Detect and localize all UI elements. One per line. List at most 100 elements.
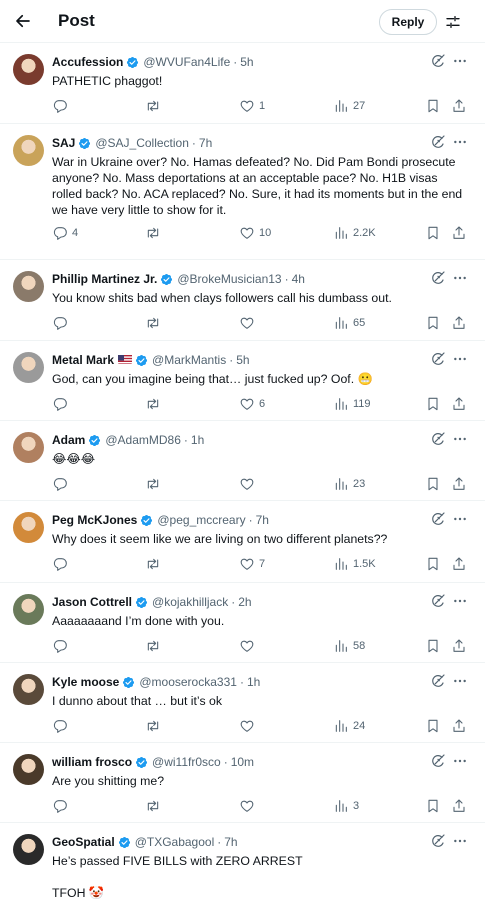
post-time[interactable]: 7h	[199, 136, 212, 150]
bookmark-action[interactable]	[425, 314, 441, 332]
repost-action[interactable]	[145, 395, 165, 413]
avatar[interactable]	[13, 512, 44, 543]
more-options-icon[interactable]	[452, 351, 468, 367]
like-action[interactable]: 7	[239, 555, 265, 573]
more-options-icon[interactable]	[452, 753, 468, 769]
reply-post[interactable]: Phillip Martinez Jr. @BrokeMusician13 · …	[0, 260, 485, 341]
reply-action[interactable]	[52, 717, 72, 735]
user-handle[interactable]: @peg_mccreary	[157, 513, 245, 527]
more-options-icon[interactable]	[452, 270, 468, 286]
user-handle[interactable]: @BrokeMusician13	[177, 272, 281, 286]
user-handle[interactable]: @kojakhilljack	[152, 595, 228, 609]
share-action[interactable]	[451, 555, 467, 573]
like-action[interactable]	[239, 637, 259, 655]
grok-icon[interactable]	[430, 673, 446, 689]
bookmark-action[interactable]	[425, 717, 441, 735]
display-name[interactable]: GeoSpatial	[52, 835, 115, 849]
display-name[interactable]: Phillip Martinez Jr.	[52, 272, 157, 286]
user-handle[interactable]: @TXGabagool	[135, 835, 215, 849]
views-action[interactable]: 2.2K	[333, 224, 376, 242]
like-action[interactable]	[239, 797, 259, 815]
views-action[interactable]: 3	[333, 797, 359, 815]
share-action[interactable]	[451, 395, 467, 413]
post-time[interactable]: 7h	[224, 835, 237, 849]
like-action[interactable]: 1	[239, 97, 265, 115]
reply-action[interactable]	[52, 314, 72, 332]
post-time[interactable]: 1h	[247, 675, 260, 689]
grok-icon[interactable]	[430, 270, 446, 286]
avatar[interactable]	[13, 432, 44, 463]
grok-icon[interactable]	[430, 134, 446, 150]
grok-icon[interactable]	[430, 833, 446, 849]
grok-icon[interactable]	[430, 431, 446, 447]
display-name[interactable]: Peg McKJones	[52, 513, 137, 527]
post-time[interactable]: 2h	[238, 595, 251, 609]
reply-action[interactable]	[52, 797, 72, 815]
post-time[interactable]: 5h	[240, 55, 253, 69]
user-handle[interactable]: @wi11fr0sco	[152, 755, 221, 769]
display-name[interactable]: SAJ	[52, 136, 75, 150]
filter-sliders-icon[interactable]	[443, 12, 463, 32]
avatar[interactable]	[13, 54, 44, 85]
more-options-icon[interactable]	[452, 833, 468, 849]
repost-action[interactable]	[145, 224, 165, 242]
grok-icon[interactable]	[430, 753, 446, 769]
like-action[interactable]: 10	[239, 224, 271, 242]
bookmark-action[interactable]	[425, 797, 441, 815]
share-action[interactable]	[451, 797, 467, 815]
reply-action[interactable]: 4	[52, 224, 78, 242]
more-options-icon[interactable]	[452, 53, 468, 69]
views-action[interactable]: 23	[333, 475, 365, 493]
more-options-icon[interactable]	[452, 593, 468, 609]
reply-button[interactable]: Reply	[379, 9, 437, 35]
views-action[interactable]: 119	[333, 395, 371, 413]
reply-action[interactable]	[52, 475, 72, 493]
grok-icon[interactable]	[430, 511, 446, 527]
repost-action[interactable]	[145, 637, 165, 655]
post-time[interactable]: 10m	[231, 755, 254, 769]
reply-post[interactable]: Adam @AdamMD86 · 1h 😂😂😂 23	[0, 421, 485, 501]
post-time[interactable]: 5h	[236, 353, 249, 367]
reply-action[interactable]	[52, 637, 72, 655]
share-action[interactable]	[451, 717, 467, 735]
user-handle[interactable]: @mooserocka331	[139, 675, 237, 689]
more-options-icon[interactable]	[452, 431, 468, 447]
grok-icon[interactable]	[430, 593, 446, 609]
views-action[interactable]: 24	[333, 717, 365, 735]
reply-post[interactable]: GeoSpatial @TXGabagool · 7h He’s passed …	[0, 823, 485, 911]
post-time[interactable]: 1h	[191, 433, 204, 447]
display-name[interactable]: Adam	[52, 433, 85, 447]
repost-action[interactable]	[145, 717, 165, 735]
bookmark-action[interactable]	[425, 224, 441, 242]
bookmark-action[interactable]	[425, 555, 441, 573]
repost-action[interactable]	[145, 97, 165, 115]
share-action[interactable]	[451, 637, 467, 655]
back-arrow-icon[interactable]	[11, 9, 35, 33]
bookmark-action[interactable]	[425, 637, 441, 655]
reply-action[interactable]	[52, 395, 72, 413]
reply-post[interactable]: william frosco @wi11fr0sco · 10m Are you…	[0, 743, 485, 823]
display-name[interactable]: Accufession	[52, 55, 123, 69]
user-handle[interactable]: @SAJ_Collection	[95, 136, 189, 150]
user-handle[interactable]: @MarkMantis	[152, 353, 226, 367]
avatar[interactable]	[13, 674, 44, 705]
like-action[interactable]	[239, 717, 259, 735]
bookmark-action[interactable]	[425, 475, 441, 493]
display-name[interactable]: Metal Mark	[52, 353, 114, 367]
reply-post[interactable]: SAJ @SAJ_Collection · 7h War in Ukraine …	[0, 124, 485, 260]
post-time[interactable]: 4h	[292, 272, 305, 286]
reply-post[interactable]: Metal Mark @MarkMantis · 5h God, can you…	[0, 341, 485, 421]
user-handle[interactable]: @WVUFan4Life	[143, 55, 230, 69]
reply-post[interactable]: Kyle moose @mooserocka331 · 1h I dunno a…	[0, 663, 485, 743]
share-action[interactable]	[451, 475, 467, 493]
reply-post[interactable]: Peg McKJones @peg_mccreary · 7h Why does…	[0, 501, 485, 583]
like-action[interactable]	[239, 314, 259, 332]
views-action[interactable]: 1.5K	[333, 555, 376, 573]
more-options-icon[interactable]	[452, 673, 468, 689]
share-action[interactable]	[451, 314, 467, 332]
like-action[interactable]: 6	[239, 395, 265, 413]
views-action[interactable]: 58	[333, 637, 365, 655]
share-action[interactable]	[451, 224, 467, 242]
reply-post[interactable]: Accufession @WVUFan4Life · 5h PATHETIC p…	[0, 43, 485, 124]
like-action[interactable]	[239, 475, 259, 493]
